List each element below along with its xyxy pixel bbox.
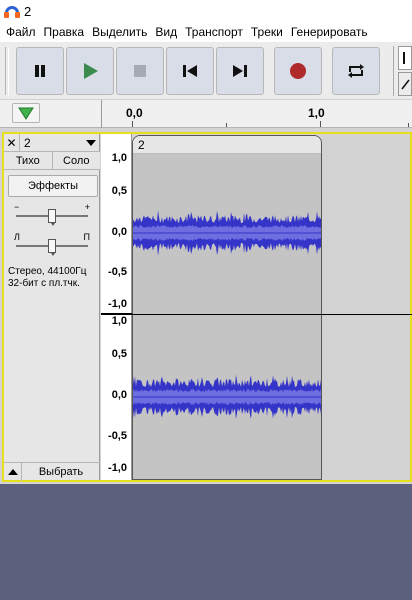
collapse-track-button[interactable] xyxy=(4,463,22,481)
ruler-separator xyxy=(101,100,102,128)
vruler-label: -0,5 xyxy=(108,266,127,278)
close-track-button[interactable]: ✕ xyxy=(4,133,20,152)
skip-start-icon xyxy=(183,65,197,77)
audio-clip[interactable]: 2 xyxy=(132,135,322,480)
track-header: ✕ 2 xyxy=(4,133,100,152)
toolbar-separator xyxy=(393,46,394,96)
loop-button[interactable] xyxy=(332,47,380,95)
pan-slider[interactable]: Л П xyxy=(14,232,90,256)
menu-transport[interactable]: Транспорт xyxy=(181,25,247,39)
effects-button[interactable]: Эффекты xyxy=(8,175,98,197)
mute-button[interactable]: Тихо xyxy=(4,152,53,169)
skip-to-start-button[interactable] xyxy=(166,47,214,95)
i-beam-icon xyxy=(403,52,405,64)
audacity-logo-icon xyxy=(4,4,20,18)
transport-toolbar xyxy=(0,42,412,100)
vruler-label: 1,0 xyxy=(111,152,127,164)
gain-slider[interactable]: − + xyxy=(14,202,90,226)
track-name: 2 xyxy=(24,135,31,150)
play-button[interactable] xyxy=(66,47,114,95)
pan-left-label: Л xyxy=(14,232,20,242)
play-icon xyxy=(84,63,98,79)
record-icon xyxy=(290,63,306,79)
menu-edit[interactable]: Правка xyxy=(40,25,89,39)
ruler-label-0: 0,0 xyxy=(126,106,143,120)
menu-select[interactable]: Выделить xyxy=(88,25,151,39)
track-area: ✕ 2 Тихо Соло Эффекты − + Л П Стерео, 44… xyxy=(0,128,412,484)
vruler-label: 0,5 xyxy=(111,185,127,197)
solo-button[interactable]: Соло xyxy=(52,152,100,169)
pan-right-label: П xyxy=(83,232,90,242)
empty-project-area[interactable] xyxy=(0,484,412,600)
timeline-ruler[interactable]: 0,0 1,0 xyxy=(0,100,412,128)
track-sample-format: 32-бит с пл.тчк. xyxy=(8,278,80,289)
select-button[interactable]: Выбрать xyxy=(22,463,100,480)
waveform xyxy=(133,210,321,420)
ruler-tick xyxy=(132,121,133,127)
vruler-label: -1,0 xyxy=(108,298,127,310)
loop-icon xyxy=(348,64,364,78)
menu-bar: Файл Правка Выделить Вид Транспорт Треки… xyxy=(0,22,412,42)
draw-tool-button[interactable] xyxy=(398,72,412,96)
skip-to-end-button[interactable] xyxy=(216,47,264,95)
menu-tracks[interactable]: Треки xyxy=(247,25,287,39)
record-button[interactable] xyxy=(274,47,322,95)
gain-slider-thumb[interactable] xyxy=(48,209,56,226)
vruler-label: 1,0 xyxy=(111,315,127,327)
stop-icon xyxy=(134,65,146,77)
ruler-tick xyxy=(226,123,227,127)
ruler-tick xyxy=(408,123,409,127)
pause-button[interactable] xyxy=(16,47,64,95)
menu-generate[interactable]: Генерировать xyxy=(287,25,372,39)
gain-plus-label: + xyxy=(84,202,90,212)
track-select-row: Выбрать xyxy=(4,462,100,481)
menu-file[interactable]: Файл xyxy=(0,25,40,39)
mute-solo-row: Тихо Соло xyxy=(4,152,100,170)
track-control-panel: ✕ 2 Тихо Соло Эффекты − + Л П Стерео, 44… xyxy=(4,133,100,481)
channel-separator xyxy=(101,314,412,315)
pan-slider-thumb[interactable] xyxy=(48,239,56,256)
pencil-icon xyxy=(401,79,410,90)
title-bar: 2 xyxy=(0,0,412,22)
vruler-label: -1,0 xyxy=(108,462,127,474)
dropdown-arrow-icon xyxy=(86,139,96,146)
collapse-arrow-icon xyxy=(7,469,18,475)
play-head-button[interactable] xyxy=(12,103,40,123)
track-menu-button[interactable]: 2 xyxy=(20,136,100,150)
window-title: 2 xyxy=(24,3,32,19)
vruler-label: 0,0 xyxy=(111,389,127,401)
track-format: Стерео, 44100Гц xyxy=(8,266,87,277)
selection-tool-button[interactable] xyxy=(398,46,412,70)
stop-button[interactable] xyxy=(116,47,164,95)
vertical-ruler[interactable]: 1,0 0,5 0,0 -0,5 -1,0 1,0 0,5 0,0 -0,5 -… xyxy=(101,134,132,480)
vruler-label: 0,5 xyxy=(111,348,127,360)
empty-track-region[interactable] xyxy=(322,135,410,480)
toolbar-grip[interactable] xyxy=(5,47,9,95)
menu-view[interactable]: Вид xyxy=(151,25,181,39)
vruler-label: 0,0 xyxy=(111,226,127,238)
ruler-label-1: 1,0 xyxy=(308,106,325,120)
skip-end-icon xyxy=(233,65,247,77)
triangle-down-icon xyxy=(18,107,34,120)
vruler-label: -0,5 xyxy=(108,430,127,442)
ruler-tick xyxy=(320,121,321,127)
track-info: Стерео, 44100Гц 32-бит с пл.тчк. xyxy=(8,266,100,290)
gain-minus-label: − xyxy=(14,202,20,212)
pause-icon xyxy=(35,65,45,77)
